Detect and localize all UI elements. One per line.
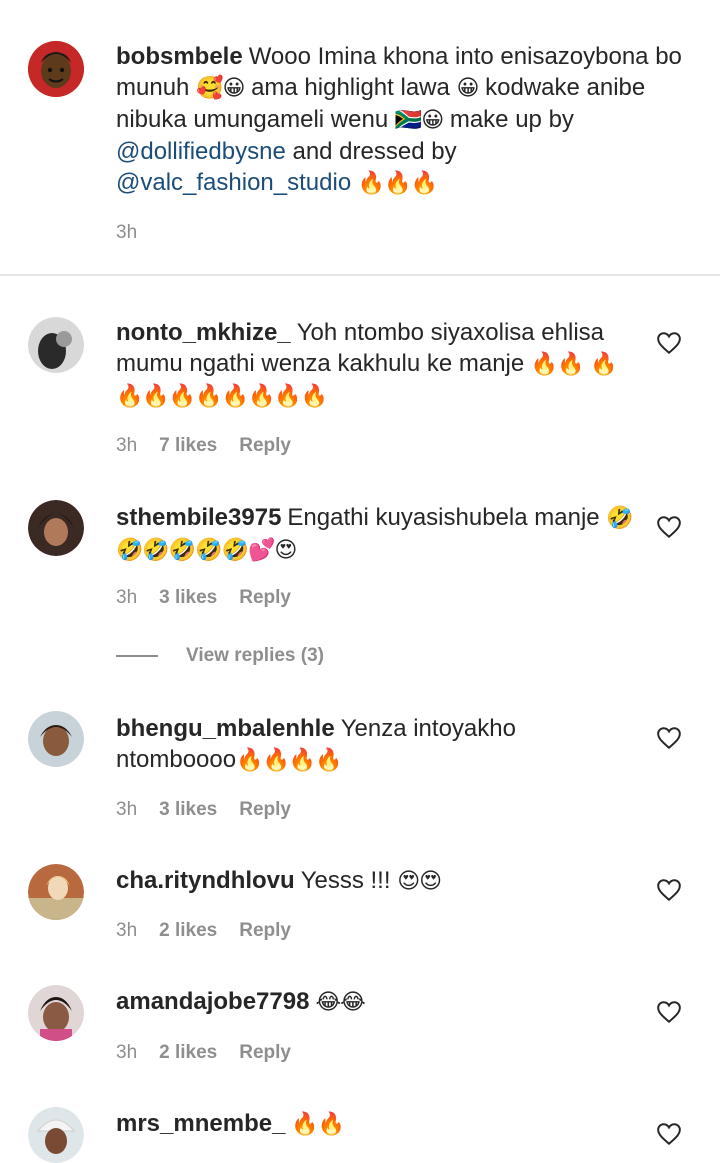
comment-text: cha.rityndhlovu Yesss !!! 😍😍 [116,867,442,894]
comment-text: nonto_mkhize_ Yoh ntombo siyaxolisa ehlis… [116,319,618,409]
avatar[interactable] [28,41,84,97]
comment-username[interactable]: mrs_mnembe_ [116,1110,285,1137]
heart-icon[interactable] [656,515,682,539]
avatar[interactable] [28,500,84,556]
heart-icon[interactable] [656,1122,682,1146]
view-replies-button[interactable]: View replies (3) [116,645,324,667]
emoji: 😀 [456,76,480,101]
comment-meta: 3h 2 likes Reply [116,1042,291,1064]
divider [0,274,720,276]
post-caption: bobsmbele Wooo Imina khona into enisazoyb… [0,0,720,275]
likes-count[interactable]: 2 likes [159,920,217,942]
likes-count[interactable]: 3 likes [159,587,217,609]
likes-count[interactable]: 7 likes [159,435,217,457]
timestamp: 3h [116,1042,138,1063]
comment-text: amandajobe7798 😂😂 [116,986,636,1018]
comment-meta: 3h 7 likes Reply [116,435,291,457]
emoji: 🔥🔥🔥 [357,171,438,196]
reply-button[interactable]: Reply [239,799,291,821]
timestamp: 3h [116,222,138,243]
comment-text: bhengu_mbalenhle Yenza intoyakho ntombooo… [116,715,516,773]
avatar[interactable] [28,985,84,1041]
heart-icon[interactable] [656,331,682,355]
caption-text: bobsmbele Wooo Imina khona into enisazoyb… [116,43,682,196]
timestamp: 3h [116,799,138,820]
reply-button[interactable]: Reply [239,1042,291,1064]
avatar[interactable] [28,711,84,767]
comment-username[interactable]: amandajobe7798 [116,988,309,1015]
comment-username[interactable]: bhengu_mbalenhle [116,715,335,742]
emoji: 😂😂 [315,990,365,1015]
caption-username[interactable]: bobsmbele [116,43,243,70]
comment-username[interactable]: cha.rityndhlovu [116,867,295,894]
emoji: 🔥🔥🔥🔥 [236,748,343,773]
emoji: 🥰😀 [196,76,245,101]
caption-meta: 3h [116,222,137,244]
heart-icon[interactable] [656,726,682,750]
emoji: 🇿🇦😀 [394,108,444,133]
likes-count[interactable]: 3 likes [159,799,217,821]
reply-button[interactable]: Reply [239,435,291,457]
comment-meta: 3h 3 likes Reply [116,799,291,821]
avatar[interactable] [28,1107,84,1163]
mention-link[interactable]: @valc_fashion_studio [116,169,351,196]
reply-button[interactable]: Reply [239,920,291,942]
heart-icon[interactable] [656,878,682,902]
emoji: 🔥🔥 [530,352,585,377]
avatar[interactable] [28,864,84,920]
avatar[interactable] [28,317,84,373]
comment-username[interactable]: sthembile3975 [116,504,281,531]
comment-username[interactable]: nonto_mkhize_ [116,319,291,346]
timestamp: 3h [116,587,138,608]
emoji: 🔥🔥 [291,1112,345,1137]
timestamp: 3h [116,435,138,456]
comment-text: sthembile3975 Engathi kuyasishubela manje… [116,504,634,563]
timestamp: 3h [116,920,138,941]
divider [116,655,158,657]
comment-meta: 3h 2 likes Reply [116,920,291,942]
reply-button[interactable]: Reply [239,587,291,609]
comment-meta: 3h 3 likes Reply [116,587,291,609]
mention-link[interactable]: @dollifiedbysne [116,138,286,165]
comment-text: mrs_mnembe_ 🔥🔥 [116,1108,636,1140]
emoji: 😍😍 [397,869,442,894]
heart-icon[interactable] [656,1000,682,1024]
likes-count[interactable]: 2 likes [159,1042,217,1064]
